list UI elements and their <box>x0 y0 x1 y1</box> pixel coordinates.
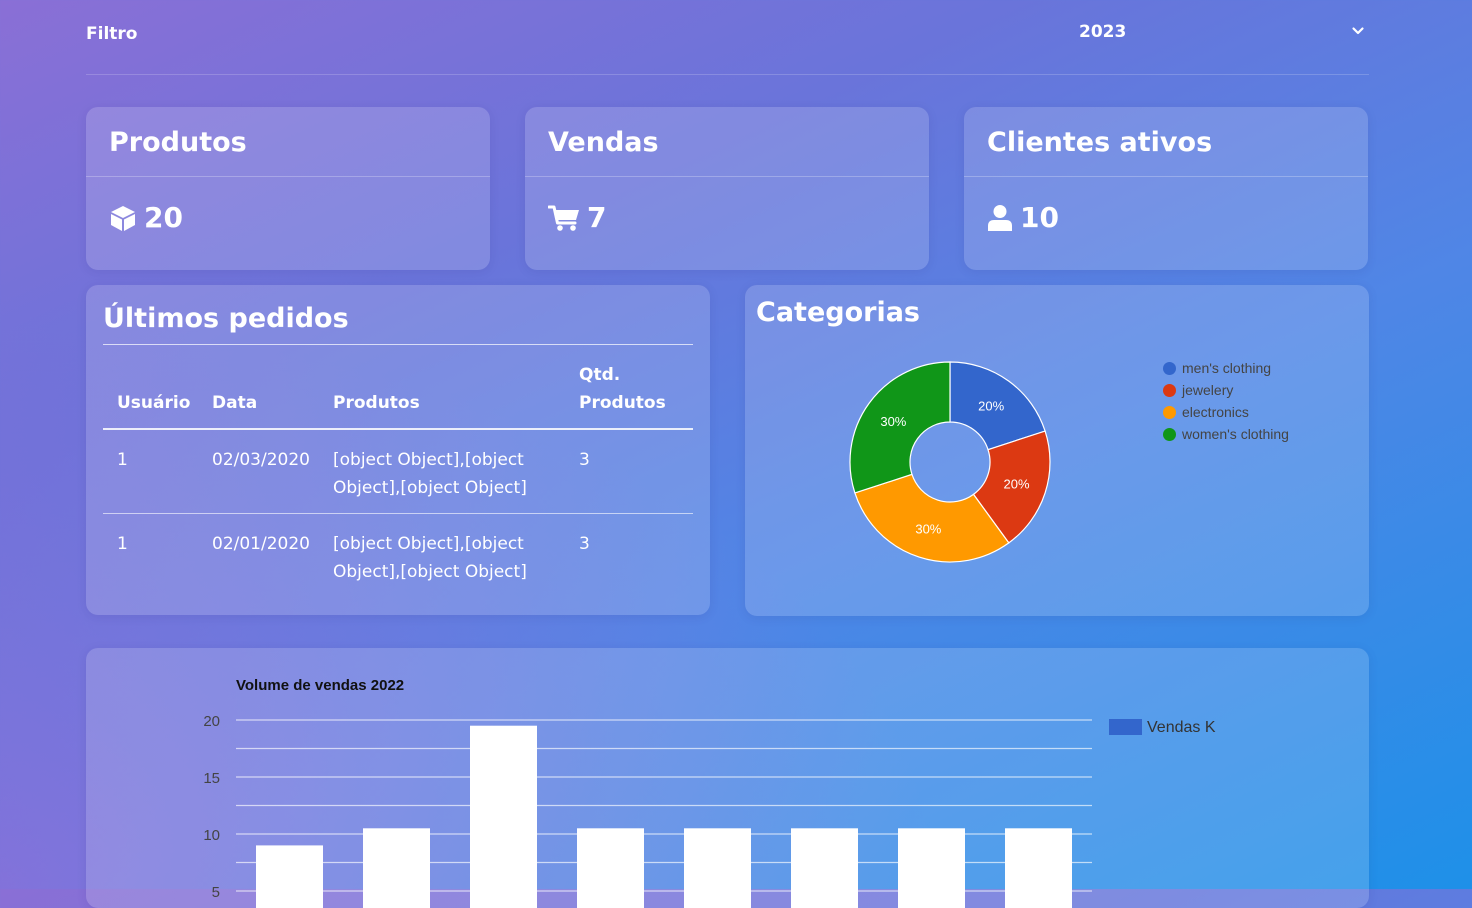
table-header-divider <box>103 428 693 430</box>
bar <box>898 828 965 908</box>
column-header-user: Usuário <box>117 393 191 413</box>
bar <box>577 828 644 908</box>
cell-user: 1 <box>117 450 128 470</box>
cell-products-line1: [object Object],[object <box>333 450 524 470</box>
chart-title: Volume de vendas 2022 <box>236 677 404 694</box>
cell-qty: 3 <box>579 534 590 554</box>
cell-products-line2: Object],[object Object] <box>333 562 527 582</box>
pie-slice-label: 30% <box>915 522 941 537</box>
divider <box>103 344 693 345</box>
legend-item: men's clothing <box>1163 360 1271 376</box>
stat-value: 10 <box>1020 201 1059 234</box>
cell-products-line1: [object Object],[object <box>333 534 524 554</box>
legend-swatch <box>1163 406 1176 419</box>
y-tick-label: 15 <box>203 770 220 787</box>
cart-icon <box>548 205 579 231</box>
bar <box>1005 828 1072 908</box>
cell-date: 02/03/2020 <box>212 450 310 470</box>
bar <box>256 845 323 908</box>
cell-user: 1 <box>117 534 128 554</box>
bar <box>470 725 537 908</box>
pie-slice-label: 20% <box>978 398 1004 413</box>
legend-label: Vendas K <box>1147 719 1216 736</box>
bar <box>791 828 858 908</box>
column-header-date: Data <box>212 393 258 413</box>
categories-title: Categorias <box>756 297 920 328</box>
stat-card-vendas: Vendas 7 <box>525 107 929 270</box>
cell-products-line2: Object],[object Object] <box>333 478 527 498</box>
pie-slice-label: 20% <box>1004 477 1030 492</box>
cell-qty: 3 <box>579 450 590 470</box>
y-tick-label: 10 <box>203 827 220 844</box>
sales-bar-chart: Volume de vendas 2022 20 15 10 5 Vendas K <box>203 677 1216 908</box>
legend-item: jewelery <box>1163 382 1233 398</box>
filter-bar: Filtro 2023 <box>86 0 1369 75</box>
column-header-qty-line1: Qtd. <box>579 365 621 385</box>
cell-date: 02/01/2020 <box>212 534 310 554</box>
legend-label: electronics <box>1182 404 1249 420</box>
stat-title: Vendas <box>548 127 659 158</box>
column-header-products: Produtos <box>333 393 420 413</box>
filter-label: Filtro <box>86 24 138 44</box>
stat-card-produtos: Produtos 20 <box>86 107 490 270</box>
column-header-qty-line2: Produtos <box>579 393 666 413</box>
chevron-down-icon <box>1352 27 1364 35</box>
box-icon <box>111 206 135 231</box>
recent-orders-card: Últimos pedidos Usuário Data Produtos Qt… <box>86 285 710 615</box>
pie-slice-label: 30% <box>880 414 906 429</box>
row-divider <box>103 513 693 514</box>
legend-swatch <box>1163 362 1176 375</box>
user-icon <box>988 205 1012 231</box>
stat-card-clientes: Clientes ativos 10 <box>964 107 1368 270</box>
legend-swatch <box>1163 428 1176 441</box>
bar <box>363 828 430 908</box>
y-tick-label: 5 <box>212 884 220 901</box>
legend-label: jewelery <box>1182 382 1234 398</box>
y-tick-label: 20 <box>203 713 220 730</box>
stat-title: Produtos <box>109 127 247 158</box>
stat-value: 20 <box>144 201 183 234</box>
legend-label: men's clothing <box>1182 360 1272 376</box>
legend-item: women's clothing <box>1163 426 1289 442</box>
year-select-value: 2023 <box>1079 22 1127 42</box>
legend-item: electronics <box>1163 404 1249 420</box>
stat-title: Clientes ativos <box>987 127 1213 158</box>
legend-swatch <box>1109 719 1142 735</box>
orders-title: Últimos pedidos <box>103 303 349 334</box>
bar <box>684 828 751 908</box>
stat-value: 7 <box>587 201 607 234</box>
legend-swatch <box>1163 384 1176 397</box>
categories-card: Categorias 20% 20% 30% 30% men's clothing j… <box>745 285 1369 616</box>
legend-label: women's clothing <box>1182 426 1289 442</box>
categories-donut-chart: 20% 20% 30% 30% <box>849 361 1051 563</box>
sales-chart-card: Volume de vendas 2022 20 15 10 5 Vendas K <box>86 648 1369 908</box>
year-select[interactable]: 2023 <box>1066 21 1366 47</box>
